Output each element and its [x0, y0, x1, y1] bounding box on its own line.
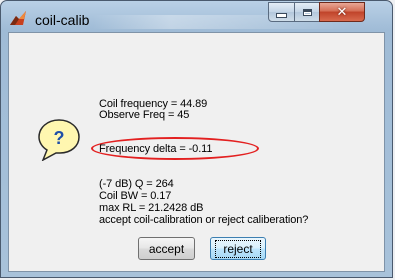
dialog-body: ? Coil frequency = 44.89 Observe Freq = … — [8, 32, 385, 272]
message-line-coil-bw: Coil BW = 0.17 — [99, 190, 172, 202]
message-line-observe-freq: Observe Freq = 45 — [99, 109, 190, 121]
window-title: coil-calib — [35, 12, 90, 28]
question-mark-glyph: ? — [54, 128, 65, 148]
close-button[interactable]: ✕ — [319, 2, 365, 22]
message-line-question: accept coil-calibration or reject calibe… — [99, 214, 309, 226]
accept-button-label: accept — [148, 241, 185, 256]
maximize-icon — [302, 8, 312, 16]
title-bar[interactable]: coil-calib ✕ — [1, 1, 392, 32]
close-icon: ✕ — [336, 4, 348, 20]
accept-button[interactable]: accept — [138, 237, 195, 260]
highlight-ellipse — [91, 137, 259, 160]
matlab-app-icon — [10, 11, 26, 25]
minimize-icon — [276, 12, 287, 18]
minimize-button[interactable] — [268, 2, 295, 22]
maximize-button[interactable] — [294, 2, 320, 22]
message-line-max-rl: max RL = 21.2428 dB — [99, 202, 204, 214]
dialog-window: coil-calib ✕ ? Coil frequency = 44.89 Ob… — [0, 0, 393, 278]
message-line-q: (-7 dB) Q = 264 — [99, 178, 174, 190]
reject-button-label: reject — [215, 239, 261, 258]
question-icon: ? — [38, 119, 80, 161]
reject-button[interactable]: reject — [210, 237, 266, 260]
